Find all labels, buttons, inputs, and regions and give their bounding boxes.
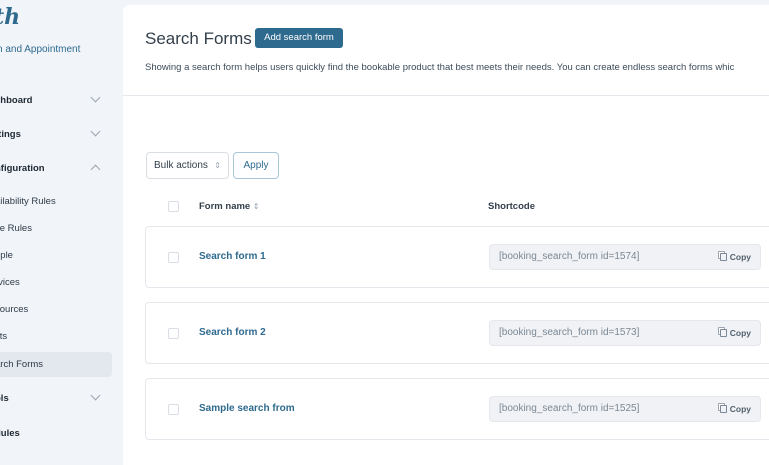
row-checkbox[interactable] <box>168 328 179 339</box>
copy-label: Copy <box>729 328 751 338</box>
sidebar-item[interactable]: sts <box>0 324 112 349</box>
copy-icon <box>719 329 727 337</box>
sidebar-item[interactable]: sources <box>0 297 112 322</box>
form-name-link[interactable]: Search form 1 <box>199 251 266 262</box>
chevron-up-icon[interactable] <box>90 164 101 175</box>
chevron-down-icon[interactable] <box>90 92 101 103</box>
form-name-link[interactable]: Search form 2 <box>199 327 266 338</box>
apply-button[interactable]: Apply <box>233 152 279 179</box>
sidebar-item[interactable]: ols <box>0 386 112 411</box>
copy-button[interactable]: Copy <box>719 245 751 269</box>
sidebar-item-label: ols <box>0 393 9 404</box>
sidebar-item[interactable]: rvices <box>0 270 112 295</box>
sidebar: th n and Appointment shboard ttings nfigur… <box>0 0 122 452</box>
sidebar-item-label: sts <box>0 331 8 342</box>
shortcode-field[interactable]: [booking_search_form id=1573] Copy <box>489 320 761 346</box>
copy-button[interactable]: Copy <box>719 321 751 345</box>
sidebar-item-label: dules <box>0 428 20 439</box>
sort-icon: ⇕ <box>252 202 260 211</box>
sidebar-item[interactable]: dules <box>0 421 112 446</box>
page-description: Showing a search form helps users quickl… <box>145 62 735 73</box>
main-panel: Search Forms Add search form Showing a s… <box>123 5 769 465</box>
row-checkbox[interactable] <box>168 404 179 415</box>
sidebar-item[interactable]: nfiguration <box>0 156 112 181</box>
page-title: Search Forms <box>145 29 252 48</box>
copy-button[interactable]: Copy <box>719 397 751 421</box>
sidebar-item[interactable]: ttings <box>0 122 112 147</box>
sort-updown-icon: ⇕ <box>214 161 221 170</box>
shortcode-field[interactable]: [booking_search_form id=1525] Copy <box>489 396 761 422</box>
table-row: Search form 1 [booking_search_form id=157… <box>145 226 769 288</box>
sidebar-item-label: ailability Rules <box>0 196 56 207</box>
bulk-actions-select[interactable]: Bulk actions ⇕ <box>146 152 229 179</box>
chevron-down-icon[interactable] <box>90 126 101 137</box>
sidebar-item[interactable]: arch Forms <box>0 352 112 377</box>
copy-icon <box>719 405 727 413</box>
logo: th <box>0 4 21 30</box>
sidebar-item-label: sources <box>0 304 29 315</box>
copy-icon <box>719 253 727 261</box>
sidebar-item-label: arch Forms <box>0 359 44 370</box>
sidebar-item-label: rvices <box>0 277 20 288</box>
sidebar-item-label: ce Rules <box>0 223 32 234</box>
sidebar-item[interactable]: ce Rules <box>0 216 112 241</box>
sidebar-item[interactable]: ailability Rules <box>0 189 112 214</box>
table-row: Sample search from [booking_search_form i… <box>145 378 769 440</box>
shortcode-text: [booking_search_form id=1573] <box>499 327 640 338</box>
shortcode-text: [booking_search_form id=1574] <box>499 251 640 262</box>
chevron-down-icon[interactable] <box>90 390 101 401</box>
page-header: Search Forms Add search form Showing a s… <box>123 5 769 96</box>
table-row: Search form 2 [booking_search_form id=157… <box>145 302 769 364</box>
form-name-label: Form name <box>199 201 251 212</box>
add-search-form-button[interactable]: Add search form <box>255 28 343 48</box>
shortcode-text: [booking_search_form id=1525] <box>499 403 640 414</box>
bulk-actions-label: Bulk actions <box>154 160 208 171</box>
sidebar-item-label: ople <box>0 250 13 261</box>
shortcode-field[interactable]: [booking_search_form id=1574] Copy <box>489 244 761 270</box>
sidebar-item-label: ttings <box>0 129 21 140</box>
select-all-checkbox[interactable] <box>168 201 179 212</box>
sidebar-item[interactable]: shboard <box>0 88 112 113</box>
copy-label: Copy <box>729 404 751 414</box>
sidebar-item-label: shboard <box>0 95 33 106</box>
sidebar-item[interactable]: ople <box>0 243 112 268</box>
copy-label: Copy <box>729 252 751 262</box>
sidebar-item-label: nfiguration <box>0 163 45 174</box>
tagline: n and Appointment <box>0 44 81 55</box>
column-header-shortcode: Shortcode <box>488 201 535 212</box>
row-checkbox[interactable] <box>168 252 179 263</box>
form-name-link[interactable]: Sample search from <box>199 403 295 414</box>
column-header-form-name[interactable]: Form name ⇕ <box>199 201 260 212</box>
